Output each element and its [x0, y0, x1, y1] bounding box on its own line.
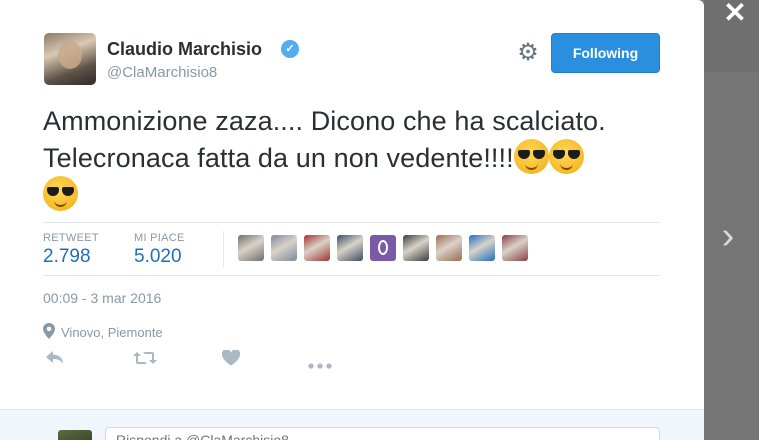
location-pin-icon	[43, 323, 55, 339]
liker-avatar[interactable]	[502, 235, 528, 261]
tweet-text: Ammonizione zaza.... Dicono che ha scalc…	[43, 103, 663, 213]
reply-composer	[0, 409, 704, 440]
tweet-timestamp[interactable]: 00:09 - 3 mar 2016	[43, 290, 161, 306]
following-button[interactable]: Following	[551, 33, 660, 73]
liker-avatar[interactable]	[304, 235, 330, 261]
liker-avatar[interactable]	[403, 235, 429, 261]
tweet-location[interactable]: Vinovo, Piemonte	[61, 325, 163, 340]
gear-icon[interactable]: ⚙	[515, 40, 541, 66]
reply-input[interactable]	[105, 427, 660, 440]
close-icon[interactable]: ✕	[720, 0, 750, 27]
reply-icon[interactable]	[45, 350, 65, 371]
author-avatar[interactable]	[44, 33, 96, 85]
liker-avatar[interactable]	[370, 235, 396, 261]
sunglasses-emoji-icon	[548, 139, 584, 174]
liker-avatar[interactable]	[271, 235, 297, 261]
tweet-text-line2: Telecronaca fatta da un non vedente!!!!	[43, 143, 514, 173]
retweet-count[interactable]: 2.798	[43, 246, 91, 268]
tweet-text-line1: Ammonizione zaza.... Dicono che ha scalc…	[43, 106, 606, 136]
liker-avatar[interactable]	[436, 235, 462, 261]
like-icon[interactable]	[221, 349, 241, 371]
verified-badge-icon: ✓	[281, 40, 299, 58]
retweet-icon[interactable]	[133, 350, 157, 371]
liker-avatar[interactable]	[337, 235, 363, 261]
likes-label: MI PIACE	[134, 232, 185, 244]
retweet-label: RETWEET	[43, 232, 99, 244]
tweet-stats: RETWEET 2.798 MI PIACE 5.020	[43, 222, 660, 276]
liker-avatar[interactable]	[469, 235, 495, 261]
viewer-avatar	[58, 430, 92, 440]
tweet-card: Claudio Marchisio ✓ @ClaMarchisio8 ⚙ Fol…	[0, 0, 704, 440]
author-handle[interactable]: @ClaMarchisio8	[107, 64, 217, 81]
next-tweet-arrow-icon[interactable]: ›	[712, 216, 744, 256]
sunglasses-emoji-icon	[513, 139, 549, 174]
sunglasses-emoji-icon	[43, 176, 78, 211]
liker-avatar[interactable]	[238, 235, 264, 261]
likes-count[interactable]: 5.020	[134, 246, 182, 268]
stats-divider	[223, 231, 224, 267]
author-name[interactable]: Claudio Marchisio	[107, 39, 262, 60]
more-icon[interactable]	[308, 356, 332, 374]
